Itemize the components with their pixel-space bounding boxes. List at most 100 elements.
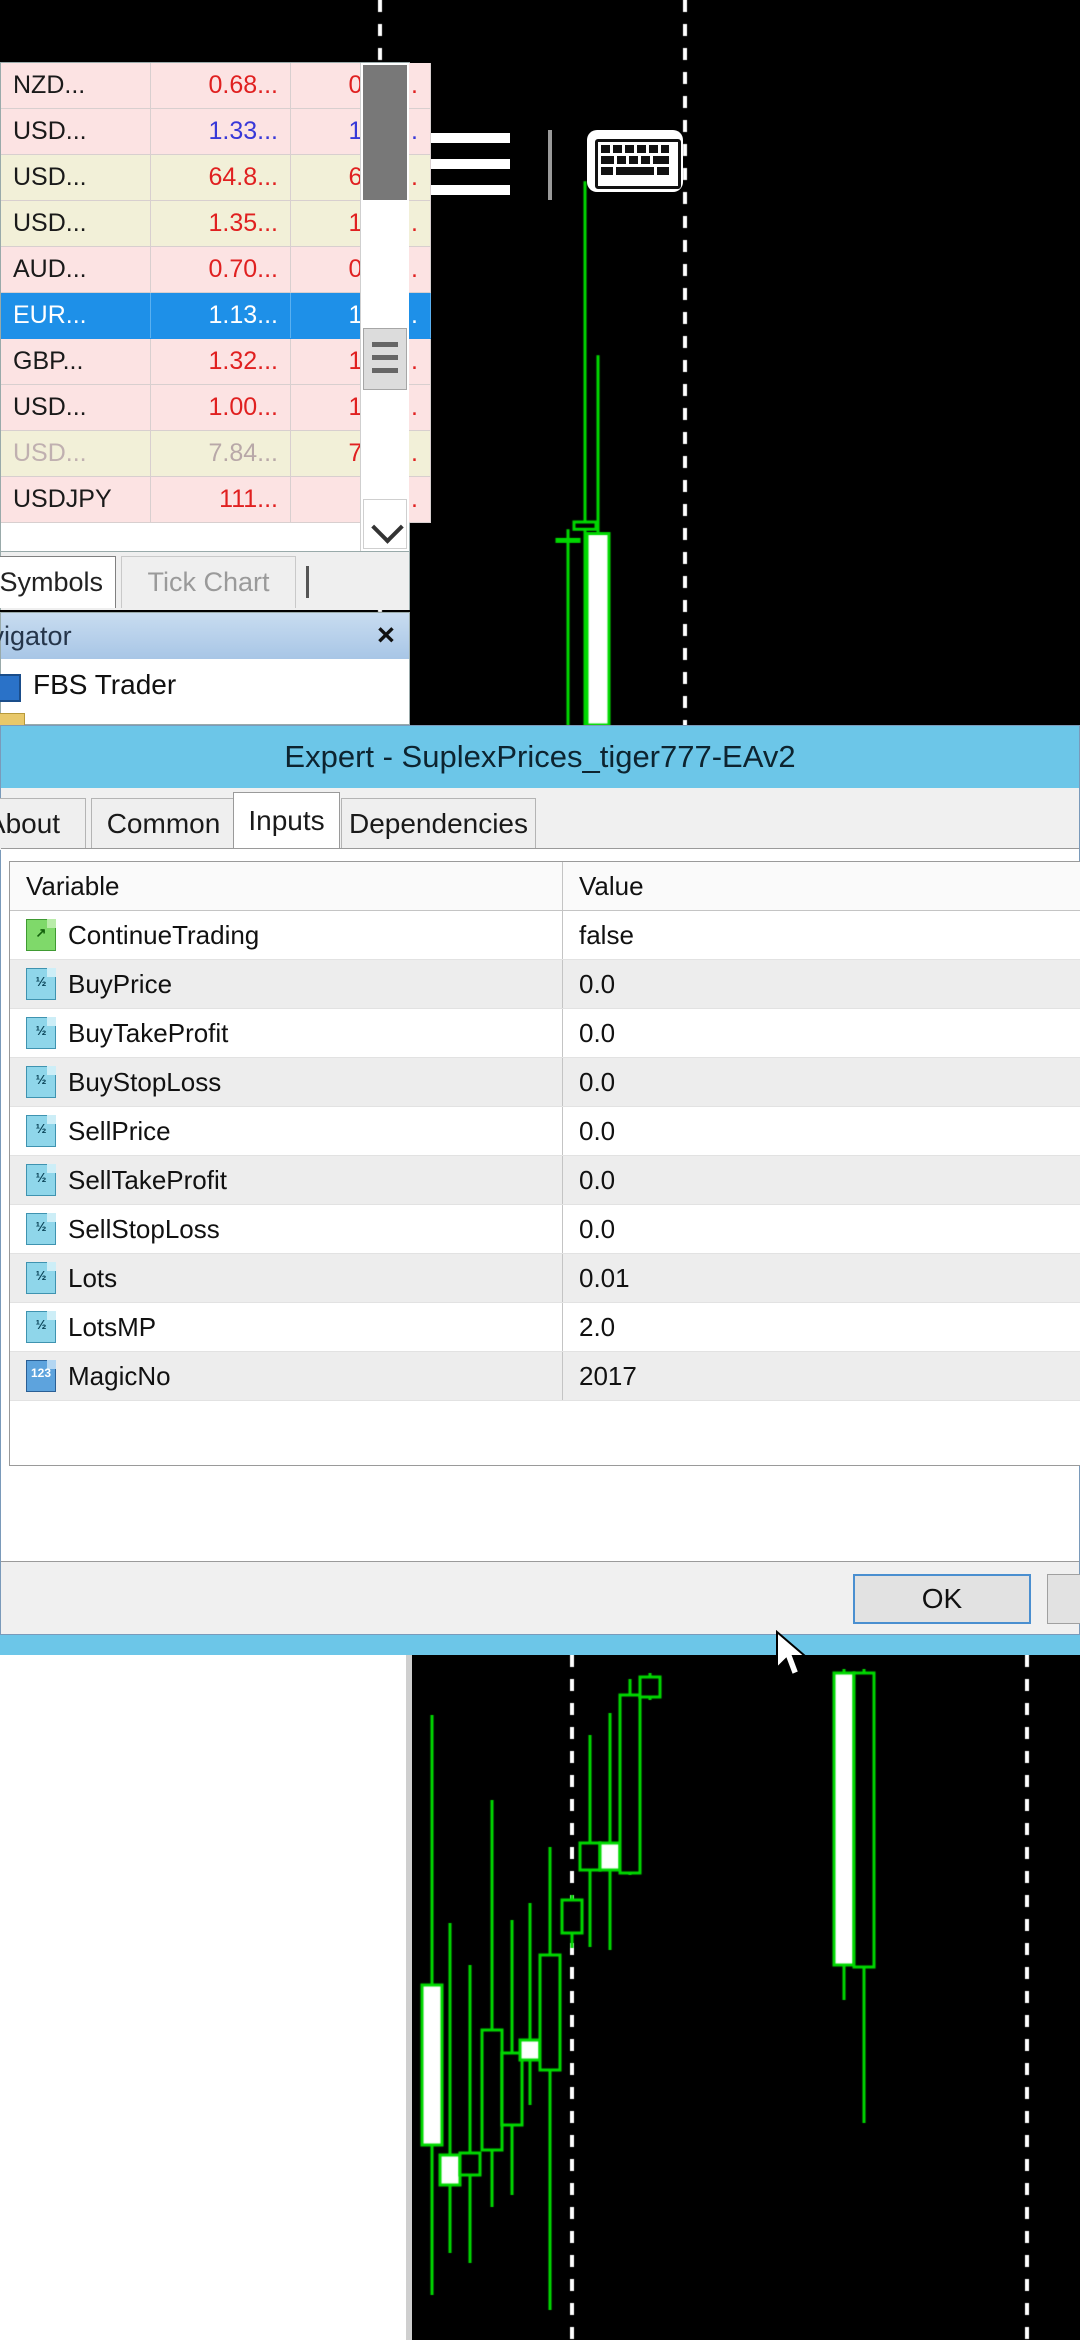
variable-cell[interactable]: ½SellStopLoss — [10, 1205, 563, 1254]
market-watch-tabs[interactable]: Symbols Tick Chart — [0, 552, 410, 610]
symbol-cell: USD... — [1, 431, 151, 477]
variable-cell[interactable]: 123MagicNo — [10, 1352, 563, 1401]
value-cell[interactable]: 2.0 — [563, 1303, 1080, 1352]
value-cell[interactable]: 0.0 — [563, 960, 1080, 1009]
double-type-icon: ½ — [26, 1164, 56, 1196]
symbol-cell: USD... — [1, 385, 151, 431]
variable-cell[interactable]: ½ BuyPrice — [10, 960, 563, 1009]
bid-cell: 111... — [151, 477, 291, 523]
symbol-cell: NZD... — [1, 63, 151, 109]
inputs-table-container[interactable]: Variable Value ↗ContinueTradingfalse½Buy… — [9, 861, 1080, 1466]
account-icon — [0, 674, 21, 702]
table-row[interactable]: ½SellStopLoss0.0 — [10, 1205, 1080, 1254]
symbol-cell: USDJPY — [1, 477, 151, 523]
value-cell[interactable]: 0.01 — [563, 1254, 1080, 1303]
tab-dependencies[interactable]: Dependencies — [341, 798, 536, 850]
bottom-accent-strip — [0, 1635, 1080, 1655]
text-caret — [306, 566, 309, 598]
value-cell[interactable]: 2017 — [563, 1352, 1080, 1401]
navigator-item-label: FBS Trader — [33, 669, 176, 701]
variable-cell[interactable]: ↗ ContinueTrading — [10, 911, 563, 960]
variable-label: BuyTakeProfit — [68, 1018, 228, 1049]
double-type-icon: ½ — [26, 1213, 56, 1245]
value-cell[interactable]: 0.0 — [563, 1205, 1080, 1254]
bool-type-icon: ↗ — [26, 919, 56, 951]
variable-label: BuyPrice — [68, 969, 172, 1000]
scrollbar-thumb[interactable] — [363, 65, 407, 200]
symbol-cell: AUD... — [1, 247, 151, 293]
double-type-icon: ½ — [26, 1311, 56, 1343]
tab-about[interactable]: About — [0, 798, 86, 850]
bottom-price-chart[interactable] — [412, 1655, 1080, 2340]
bid-cell: 0.68... — [151, 63, 291, 109]
variable-cell[interactable]: ½ SellTakeProfit — [10, 1156, 563, 1205]
value-cell[interactable]: 0.0 — [563, 1058, 1080, 1107]
dialog-body: Variable Value ↗ContinueTradingfalse½Buy… — [1, 848, 1079, 1565]
table-header-row: Variable Value — [10, 862, 1080, 911]
variable-label: ContinueTrading — [68, 920, 259, 951]
value-cell[interactable]: false — [563, 911, 1080, 960]
bid-cell: 64.8... — [151, 155, 291, 201]
value-cell[interactable]: 0.0 — [563, 1009, 1080, 1058]
dialog-title: Expert - SuplexPrices_tiger777-EAv2 — [1, 726, 1079, 788]
double-type-icon: ½ — [26, 1115, 56, 1147]
bid-cell: 1.33... — [151, 109, 291, 155]
bid-cell: 0.70... — [151, 247, 291, 293]
dialog-tabstrip[interactable]: About Common Inputs Dependencies — [1, 788, 1079, 850]
table-row[interactable]: 123MagicNo2017 — [10, 1352, 1080, 1401]
bottom-chart-canvas — [412, 1655, 1080, 2340]
table-row[interactable]: ½ SellPrice 0.0 — [10, 1107, 1080, 1156]
symbol-cell: GBP... — [1, 339, 151, 385]
table-row[interactable]: ½ SellTakeProfit 0.0 — [10, 1156, 1080, 1205]
variable-cell[interactable]: ½Lots — [10, 1254, 563, 1303]
expert-properties-dialog[interactable]: Expert - SuplexPrices_tiger777-EAv2 Abou… — [0, 725, 1080, 1635]
table-row[interactable]: ½ LotsMP 2.0 — [10, 1303, 1080, 1352]
bid-cell: 1.35... — [151, 201, 291, 247]
cancel-button[interactable] — [1047, 1574, 1080, 1624]
double-type-icon: ½ — [26, 1066, 56, 1098]
navigator-item-fbs-trader[interactable]: FBS Trader — [1, 665, 409, 715]
tab-symbols[interactable]: Symbols — [0, 556, 116, 608]
tab-tick-chart[interactable]: Tick Chart — [121, 556, 296, 608]
variable-label: Lots — [68, 1263, 117, 1294]
table-row[interactable]: ½ BuyTakeProfit 0.0 — [10, 1009, 1080, 1058]
chart-toolbar — [410, 125, 670, 215]
ok-button[interactable]: OK — [853, 1574, 1031, 1624]
variable-label: MagicNo — [68, 1361, 171, 1392]
bottom-left-blank-panel — [0, 1655, 412, 2340]
variable-cell[interactable]: ½ LotsMP — [10, 1303, 563, 1352]
column-header-variable: Variable — [10, 862, 563, 911]
navigator-header: Navigator × — [1, 613, 409, 659]
bid-cell: 1.00... — [151, 385, 291, 431]
variable-cell[interactable]: ½BuyStopLoss — [10, 1058, 563, 1107]
symbol-cell: USD... — [1, 155, 151, 201]
chevron-down-icon[interactable] — [363, 499, 407, 549]
market-watch-scrollbar[interactable] — [360, 63, 409, 551]
table-row[interactable]: ½ BuyPrice 0.0 — [10, 960, 1080, 1009]
keyboard-icon[interactable] — [587, 130, 683, 192]
inputs-table[interactable]: Variable Value ↗ContinueTradingfalse½Buy… — [10, 862, 1080, 1401]
dialog-titlebar: Expert - SuplexPrices_tiger777-EAv2 — [1, 726, 1079, 788]
table-row[interactable]: ↗ ContinueTrading false — [10, 911, 1080, 960]
variable-cell[interactable]: ½ BuyTakeProfit — [10, 1009, 563, 1058]
tab-inputs[interactable]: Inputs — [233, 792, 340, 850]
value-cell[interactable]: 0.0 — [563, 1156, 1080, 1205]
variable-label: SellTakeProfit — [68, 1165, 227, 1196]
table-row[interactable]: ½Lots0.01 — [10, 1254, 1080, 1303]
close-icon[interactable]: × — [377, 617, 395, 653]
navigator-panel[interactable]: Navigator × FBS Trader — [0, 612, 410, 725]
variable-label: LotsMP — [68, 1312, 156, 1343]
variable-cell[interactable]: ½ SellPrice — [10, 1107, 563, 1156]
scroll-grip-icon[interactable] — [363, 328, 407, 390]
navigator-title: Navigator — [0, 621, 72, 652]
toolbar-divider — [548, 130, 552, 200]
market-watch-panel[interactable]: NZD...0.68...0.68...USD...1.33...1.33...… — [0, 62, 410, 552]
variable-label: SellPrice — [68, 1116, 171, 1147]
value-cell[interactable]: 0.0 — [563, 1107, 1080, 1156]
double-type-icon: ½ — [26, 1017, 56, 1049]
tab-common[interactable]: Common — [91, 798, 236, 850]
symbol-cell: USD... — [1, 201, 151, 247]
table-row[interactable]: ½BuyStopLoss0.0 — [10, 1058, 1080, 1107]
symbol-cell: EUR... — [1, 293, 151, 339]
double-type-icon: ½ — [26, 968, 56, 1000]
